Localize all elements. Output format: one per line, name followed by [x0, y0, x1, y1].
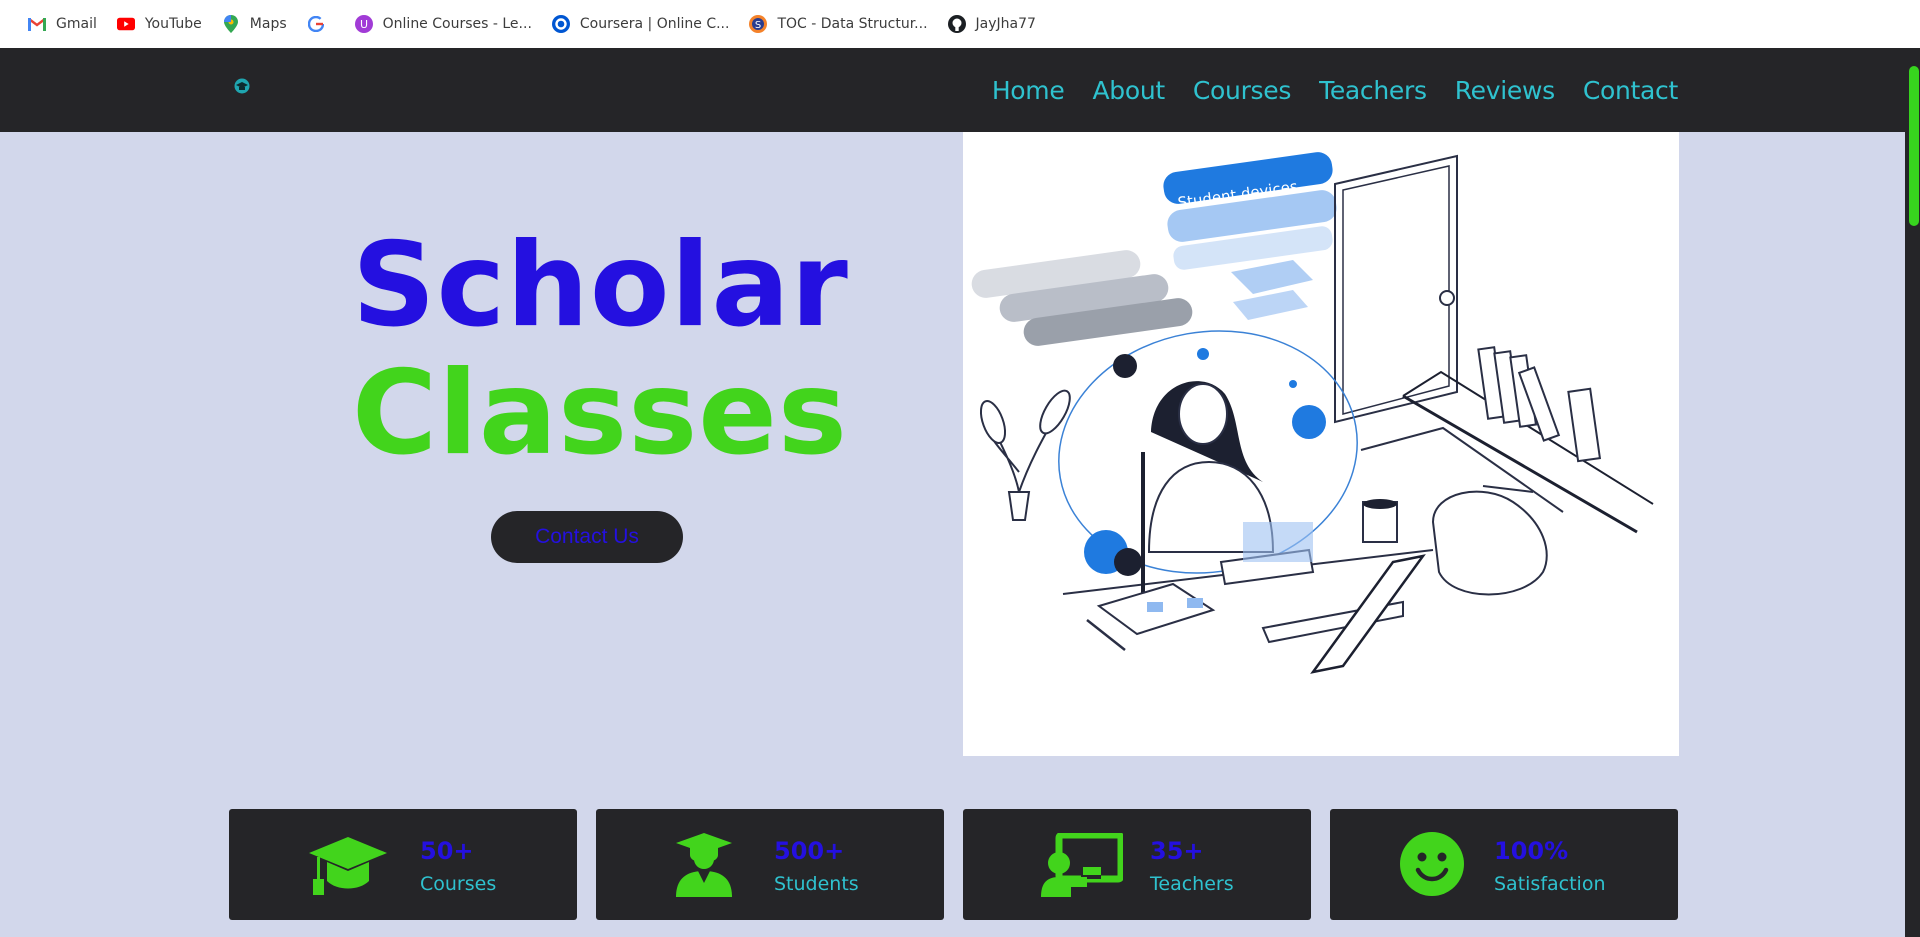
stat-number: 100% [1494, 837, 1569, 865]
nav-courses[interactable]: Courses [1193, 76, 1292, 105]
bookmark-github[interactable]: JayJha77 [938, 8, 1046, 40]
stats-row: 50+ Courses 500+ Students 35+ Teachers 1… [229, 809, 1678, 920]
stat-card-students: 500+ Students [596, 809, 944, 920]
nav-teachers[interactable]: Teachers [1319, 76, 1427, 105]
bookmark-label: JayJha77 [975, 16, 1036, 32]
bookmark-label: Coursera | Online C... [579, 16, 730, 32]
stat-label: Teachers [1150, 873, 1234, 895]
study-desk-illustration: Student devices [971, 152, 1654, 674]
bookmark-label: Online Courses - Le... [382, 16, 532, 32]
nav-reviews[interactable]: Reviews [1455, 76, 1555, 105]
stat-label: Courses [420, 873, 497, 895]
scrollbar-thumb[interactable] [1909, 66, 1919, 226]
graduation-cap-logo-icon[interactable] [234, 78, 250, 94]
hero-title-line1: Scholar [352, 218, 849, 353]
bookmark-online-courses[interactable]: U Online Courses - Le... [345, 8, 542, 40]
stat-card-satisfaction: 100% Satisfaction [1330, 809, 1678, 920]
bookmark-youtube[interactable]: YouTube [107, 8, 212, 40]
smile-icon [1400, 832, 1464, 896]
google-icon [307, 15, 325, 33]
stat-number: 500+ [774, 837, 845, 865]
stat-card-teachers: 35+ Teachers [963, 809, 1311, 920]
bookmark-label: Maps [249, 16, 287, 32]
main-menu: Home About Courses Teachers Reviews Cont… [992, 48, 1678, 132]
bookmark-label: YouTube [144, 16, 202, 32]
online-courses-icon: U [354, 15, 373, 33]
hero-illustration: Student devices [963, 132, 1679, 756]
coursera-icon [551, 15, 570, 33]
nav-home[interactable]: Home [992, 76, 1065, 105]
teacher-icon [1041, 831, 1125, 897]
nav-about[interactable]: About [1092, 76, 1165, 105]
maps-icon [222, 15, 240, 33]
stat-label: Satisfaction [1494, 873, 1606, 895]
toc-icon: S [749, 15, 768, 33]
bookmark-label: Gmail [56, 16, 97, 32]
youtube-icon [116, 15, 135, 33]
student-icon [674, 833, 734, 897]
bookmark-gmail[interactable]: Gmail [18, 8, 107, 40]
stat-number: 35+ [1150, 837, 1204, 865]
stat-number: 50+ [420, 837, 474, 865]
gmail-icon [28, 15, 46, 33]
bookmark-toc[interactable]: S TOC - Data Structur... [739, 8, 937, 40]
hero-title-line2: Classes [352, 346, 848, 481]
contact-us-button[interactable]: Contact Us [491, 511, 683, 563]
bookmark-coursera[interactable]: Coursera | Online C... [542, 8, 740, 40]
svg-text:S: S [755, 20, 761, 31]
svg-text:U: U [360, 18, 368, 31]
graduation-cap-icon [307, 833, 389, 897]
bookmark-label: TOC - Data Structur... [777, 16, 928, 32]
stat-card-courses: 50+ Courses [229, 809, 577, 920]
stat-label: Students [774, 873, 859, 895]
bookmark-maps[interactable]: Maps [212, 8, 297, 40]
bookmark-google[interactable] [297, 8, 345, 40]
bookmarks-bar: Gmail YouTube Maps U Online Courses - Le… [0, 0, 1920, 48]
nav-contact[interactable]: Contact [1583, 76, 1678, 105]
github-icon [947, 15, 966, 33]
